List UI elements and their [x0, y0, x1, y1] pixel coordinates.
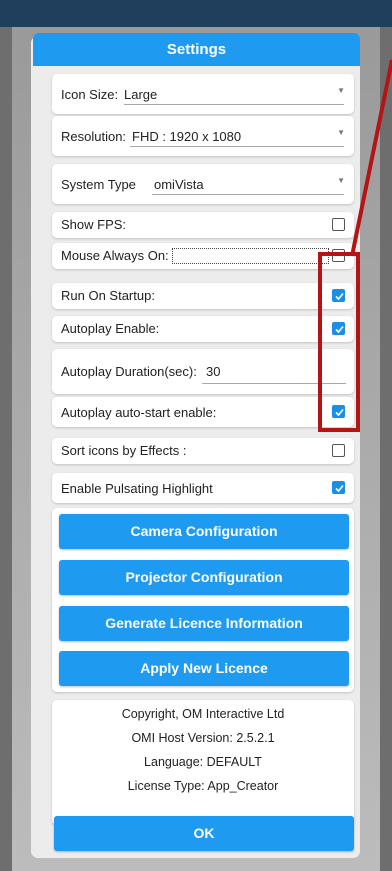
settings-title: Settings — [33, 33, 360, 66]
about-info: Copyright, OM Interactive Ltd OMI Host V… — [52, 700, 354, 825]
run-on-startup-label: Run On Startup: — [61, 288, 155, 303]
autoplay-duration-label: Autoplay Duration(sec): — [61, 364, 197, 379]
mouse-always-on-label: Mouse Always On: — [61, 248, 169, 263]
show-fps-label: Show FPS: — [61, 217, 127, 232]
dropdown-underline — [152, 194, 344, 195]
window-top-bar — [0, 0, 392, 27]
icon-size-value: Large — [124, 87, 158, 102]
copyright-text: Copyright, OM Interactive Ltd — [121, 707, 285, 721]
generate-licence-button[interactable]: Generate Licence Information — [59, 606, 349, 641]
autoplay-auto-start-label: Autoplay auto-start enable: — [61, 405, 217, 420]
chevron-down-icon: ▼ — [337, 86, 345, 95]
apply-licence-button[interactable]: Apply New Licence — [59, 651, 349, 686]
dropdown-underline — [124, 104, 344, 105]
check-icon — [335, 484, 344, 493]
projector-configuration-button[interactable]: Projector Configuration — [59, 560, 349, 595]
sort-icons-row: Sort icons by Effects : — [52, 438, 354, 464]
sort-icons-checkbox[interactable] — [332, 444, 345, 457]
chevron-down-icon: ▼ — [337, 128, 345, 137]
system-type-label: System Type — [61, 177, 136, 192]
sort-icons-label: Sort icons by Effects : — [61, 443, 187, 458]
show-fps-checkbox[interactable] — [332, 218, 345, 231]
system-type-value: omiVista — [154, 177, 204, 192]
pulsating-highlight-checkbox[interactable] — [332, 481, 345, 494]
autoplay-enable-row: Autoplay Enable: — [52, 316, 354, 342]
language-text: Language: DEFAULT — [144, 755, 262, 769]
icon-size-dropdown[interactable]: Icon Size: Large ▼ — [52, 74, 354, 114]
ok-button[interactable]: OK — [54, 816, 354, 851]
autoplay-duration-row: Autoplay Duration(sec): 30 — [52, 349, 354, 394]
host-version-text: OMI Host Version: 2.5.2.1 — [131, 731, 275, 745]
autoplay-auto-start-row: Autoplay auto-start enable: — [52, 397, 354, 427]
autoplay-duration-input[interactable]: 30 — [206, 364, 220, 379]
pulsating-highlight-label: Enable Pulsating Highlight — [61, 481, 213, 496]
resolution-label: Resolution: — [61, 129, 127, 144]
focus-indicator — [172, 248, 329, 264]
license-type-text: License Type: App_Creator — [127, 779, 279, 793]
highlight-box — [318, 252, 360, 432]
camera-configuration-button[interactable]: Camera Configuration — [59, 514, 349, 549]
dropdown-underline — [130, 146, 344, 147]
mouse-always-on-row: Mouse Always On: — [52, 243, 354, 269]
chevron-down-icon: ▼ — [337, 176, 345, 185]
autoplay-enable-label: Autoplay Enable: — [61, 321, 160, 336]
system-type-dropdown[interactable]: System Type omiVista ▼ — [52, 164, 354, 204]
icon-size-label: Icon Size: — [61, 87, 119, 102]
show-fps-row: Show FPS: — [52, 212, 354, 238]
pulsating-highlight-row: Enable Pulsating Highlight — [52, 473, 354, 503]
resolution-dropdown[interactable]: Resolution: FHD : 1920 x 1080 ▼ — [52, 116, 354, 156]
resolution-value: FHD : 1920 x 1080 — [132, 129, 242, 144]
run-on-startup-row: Run On Startup: — [52, 283, 354, 309]
